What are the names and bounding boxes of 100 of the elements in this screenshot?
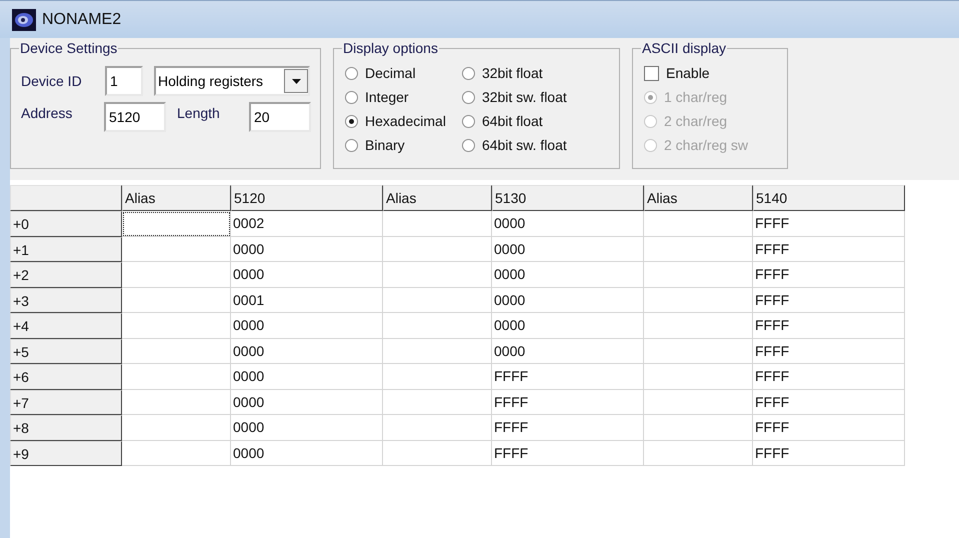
table-cell[interactable]: [383, 236, 492, 262]
table-cell[interactable]: FFFF: [753, 313, 905, 338]
device-id-label: Device ID: [21, 72, 83, 90]
table-cell[interactable]: [383, 364, 492, 390]
table-cell[interactable]: 0000: [231, 313, 383, 338]
radio-icon[interactable]: [462, 66, 475, 80]
table-cell[interactable]: 0000: [231, 262, 383, 288]
table-cell[interactable]: FFFF: [753, 364, 905, 390]
table-cell[interactable]: 0000: [231, 415, 383, 440]
row-header[interactable]: +9: [10, 440, 122, 466]
table-cell[interactable]: [122, 313, 231, 338]
table-cell[interactable]: [122, 390, 231, 415]
row-header[interactable]: +4: [10, 313, 122, 338]
column-header[interactable]: 5120: [231, 185, 383, 211]
table-cell[interactable]: 0001: [231, 288, 383, 313]
table-cell[interactable]: 0002: [231, 211, 383, 236]
device-id-field[interactable]: 1: [105, 66, 143, 96]
table-cell[interactable]: [383, 415, 492, 440]
table-cell[interactable]: 0000: [492, 262, 644, 288]
row-header[interactable]: +8: [10, 415, 122, 440]
table-cell[interactable]: 0000: [492, 313, 644, 338]
table-cell[interactable]: FFFF: [753, 440, 905, 466]
table-cell[interactable]: [383, 211, 492, 236]
table-cell[interactable]: [644, 415, 753, 440]
column-header[interactable]: 5130: [492, 185, 644, 211]
table-cell[interactable]: [122, 288, 231, 313]
table-cell[interactable]: [644, 440, 753, 466]
table-cell[interactable]: 0000: [231, 390, 383, 415]
table-cell[interactable]: FFFF: [492, 440, 644, 466]
radio-icon[interactable]: [462, 114, 475, 128]
radio-option[interactable]: Integer: [345, 85, 446, 109]
table-cell[interactable]: 0000: [492, 288, 644, 313]
row-header[interactable]: +3: [10, 288, 122, 313]
table-cell[interactable]: [644, 390, 753, 415]
table-cell[interactable]: FFFF: [753, 262, 905, 288]
column-header[interactable]: Alias: [644, 185, 753, 211]
row-header[interactable]: +5: [10, 338, 122, 364]
table-cell[interactable]: FFFF: [492, 364, 644, 390]
table-cell[interactable]: [383, 313, 492, 338]
table-cell[interactable]: FFFF: [492, 415, 644, 440]
table-cell[interactable]: [644, 211, 753, 236]
table-cell[interactable]: [644, 262, 753, 288]
table-cell[interactable]: [383, 288, 492, 313]
radio-option[interactable]: 32bit sw. float: [462, 85, 567, 109]
table-cell[interactable]: FFFF: [753, 390, 905, 415]
radio-option[interactable]: 64bit float: [462, 109, 567, 133]
column-header[interactable]: Alias: [383, 185, 492, 211]
radio-option[interactable]: 64bit sw. float: [462, 133, 567, 157]
table-cell[interactable]: [644, 236, 753, 262]
table-cell[interactable]: FFFF: [492, 390, 644, 415]
row-header[interactable]: +7: [10, 390, 122, 415]
table-cell[interactable]: [644, 313, 753, 338]
length-field[interactable]: 20: [249, 102, 311, 132]
radio-icon[interactable]: [462, 90, 475, 104]
table-cell[interactable]: [383, 440, 492, 466]
radio-icon[interactable]: [462, 138, 475, 152]
row-header[interactable]: +0: [10, 211, 122, 236]
table-cell[interactable]: 0000: [231, 440, 383, 466]
radio-option[interactable]: Hexadecimal: [345, 109, 446, 133]
row-header[interactable]: +6: [10, 364, 122, 390]
table-cell[interactable]: FFFF: [753, 236, 905, 262]
radio-icon[interactable]: [345, 90, 358, 104]
table-cell[interactable]: [644, 364, 753, 390]
column-header[interactable]: 5140: [753, 185, 905, 211]
radio-icon[interactable]: [345, 138, 358, 152]
register-type-dropdown[interactable]: Holding registers: [154, 66, 310, 96]
table-cell[interactable]: 0000: [492, 236, 644, 262]
radio-option[interactable]: 32bit float: [462, 61, 567, 85]
table-cell[interactable]: FFFF: [753, 211, 905, 236]
table-cell[interactable]: [122, 262, 231, 288]
table-cell[interactable]: [122, 338, 231, 364]
table-cell[interactable]: [644, 288, 753, 313]
table-cell[interactable]: [122, 440, 231, 466]
table-cell[interactable]: 0000: [231, 364, 383, 390]
row-header[interactable]: +1: [10, 236, 122, 262]
radio-option[interactable]: Binary: [345, 133, 446, 157]
table-cell[interactable]: 0000: [492, 211, 644, 236]
table-cell[interactable]: [122, 211, 231, 236]
radio-icon[interactable]: [345, 114, 358, 128]
row-header[interactable]: +2: [10, 262, 122, 288]
table-cell[interactable]: 0000: [492, 338, 644, 364]
table-cell[interactable]: [383, 390, 492, 415]
radio-icon[interactable]: [345, 66, 358, 80]
address-field[interactable]: 5120: [104, 102, 166, 132]
radio-option[interactable]: Decimal: [345, 61, 446, 85]
table-cell[interactable]: [383, 262, 492, 288]
table-cell[interactable]: [122, 415, 231, 440]
table-cell[interactable]: 0000: [231, 236, 383, 262]
table-cell[interactable]: [122, 364, 231, 390]
checkbox-icon[interactable]: [644, 66, 659, 80]
table-cell[interactable]: 0000: [231, 338, 383, 364]
app-icon: [12, 8, 36, 30]
table-cell[interactable]: [383, 338, 492, 364]
table-cell[interactable]: FFFF: [753, 338, 905, 364]
table-cell[interactable]: [644, 338, 753, 364]
enable-checkbox[interactable]: Enable: [644, 61, 787, 85]
table-cell[interactable]: FFFF: [753, 288, 905, 313]
table-cell[interactable]: [122, 236, 231, 262]
table-cell[interactable]: FFFF: [753, 415, 905, 440]
column-header[interactable]: Alias: [122, 185, 231, 211]
